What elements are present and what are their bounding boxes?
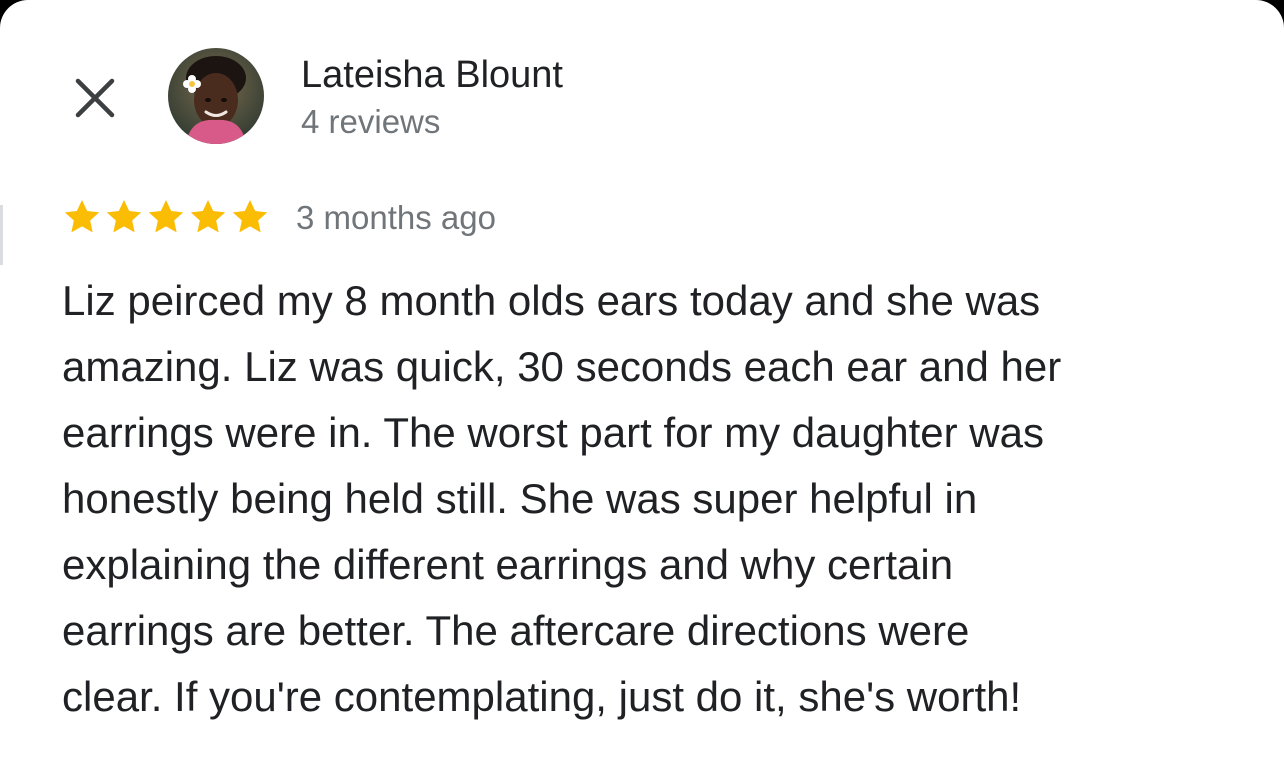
review-text-line: clear. If you're contemplating, just do … [62,673,1022,720]
review-text-line: honestly being held still. She was super… [62,475,978,522]
review-text: Liz peirced my 8 month olds ears today a… [62,268,1252,730]
reviewer-name[interactable]: Lateisha Blount [301,52,563,98]
star-icon [64,200,100,233]
star-rating [62,197,270,237]
review-text-line: explaining the different earrings and wh… [62,541,954,588]
review-count[interactable]: 4 reviews [301,102,440,142]
review-date: 3 months ago [296,199,496,236]
close-button[interactable] [62,65,128,131]
profile-photo-icon [168,48,264,144]
review-text-line: earrings are better. The aftercare direc… [62,607,970,654]
star-icon [106,200,142,233]
close-icon [75,78,115,118]
review-text-line: earrings were in. The worst part for my … [62,409,1044,456]
star-icon [190,200,226,233]
scroll-edge [0,205,3,265]
star-icon [232,200,268,233]
avatar[interactable] [168,48,264,144]
review-text-line: Liz peirced my 8 month olds ears today a… [62,277,1041,324]
review-text-line: amazing. Liz was quick, 30 seconds each … [62,343,1062,390]
review-sheet: Lateisha Blount 4 reviews 3 months ago L… [0,0,1284,777]
star-icon [148,200,184,233]
